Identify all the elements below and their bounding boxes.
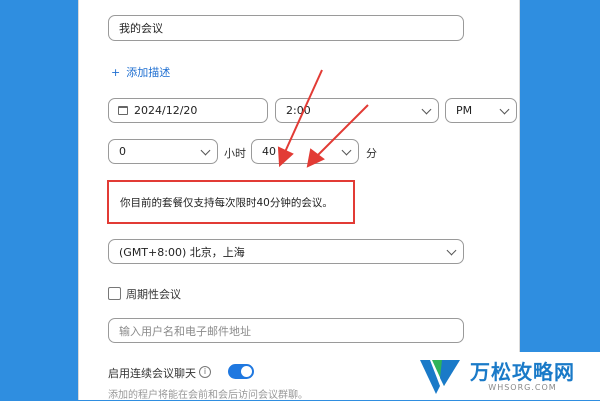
arrow-line-right [317, 104, 369, 156]
recurring-checkbox[interactable] [108, 287, 121, 300]
timezone-select[interactable]: (GMT+8:00) 北京，上海 [108, 239, 464, 264]
continuous-chat-label: 启用连续会议聊天 [108, 367, 196, 380]
site-watermark: 万松攻略网 WHSORG.COM [400, 352, 600, 400]
watermark-title: 万松攻略网 [470, 359, 575, 384]
toggle-knob [241, 366, 252, 377]
watermark-logo-icon [420, 360, 460, 394]
continuous-chat-hint: 添加的程户将能在会前和会后访问会议群聊。 [108, 390, 308, 401]
arrow-line-left [284, 69, 323, 153]
timezone-value: (GMT+8:00) 北京，上海 [119, 245, 245, 259]
chevron-down-icon [446, 245, 457, 255]
invite-input[interactable]: 输入用户名和电子邮件地址 [108, 318, 464, 343]
watermark-subtitle: WHSORG.COM [488, 382, 557, 392]
invite-placeholder: 输入用户名和电子邮件地址 [119, 324, 251, 338]
info-icon[interactable]: i [199, 366, 211, 378]
arrow-head-left [277, 146, 294, 168]
recurring-label: 周期性会议 [126, 288, 181, 301]
continuous-chat-toggle[interactable] [228, 364, 254, 379]
